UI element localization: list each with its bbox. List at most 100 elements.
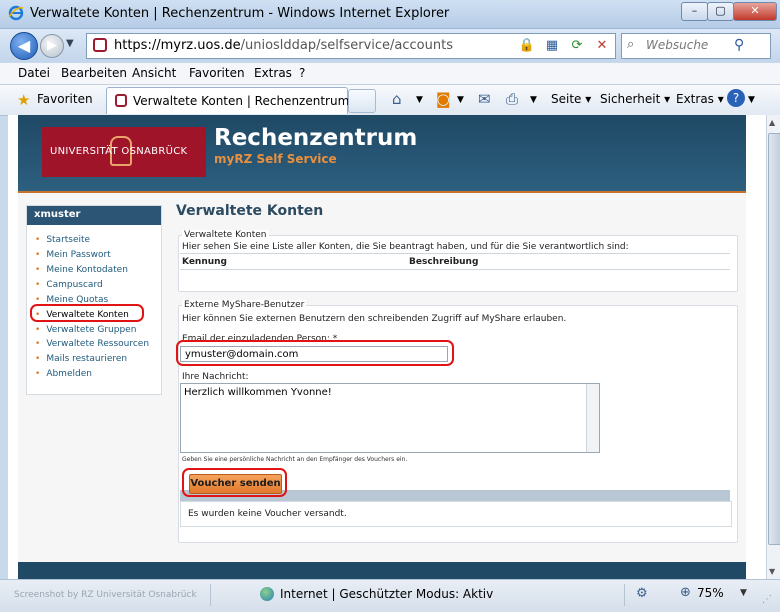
menu-bearbeiten[interactable]: Bearbeiten	[61, 66, 127, 80]
zoom-level[interactable]: 75%	[697, 586, 724, 600]
popup-blocker-icon[interactable]: ⚙	[636, 586, 648, 601]
page-title: Verwaltete Konten	[176, 203, 324, 219]
message-label: Ihre Nachricht:	[182, 372, 249, 382]
url-path: /unioslddap/selfservice/accounts	[240, 38, 453, 53]
page-scrollbar[interactable]: ▲ ▼	[766, 115, 780, 579]
help-dropdown-icon[interactable]: ▼	[748, 95, 755, 105]
minimize-button[interactable]: –	[681, 2, 708, 21]
highlight-verwaltete-konten	[30, 304, 144, 322]
internet-zone-icon	[260, 587, 274, 601]
sidebar-item-startseite[interactable]: Startseite	[35, 235, 90, 245]
site-container: UNIVERSITÄT OSNABRÜCK Rechenzentrum myRZ…	[18, 115, 746, 579]
page-viewport: UNIVERSITÄT OSNABRÜCK Rechenzentrum myRZ…	[8, 115, 766, 579]
university-logo[interactable]: UNIVERSITÄT OSNABRÜCK	[42, 127, 206, 177]
column-header-beschreibung: Beschreibung	[409, 257, 479, 267]
lock-icon[interactable]: 🔒	[517, 36, 537, 56]
tools-menu[interactable]: Extras ▾	[676, 92, 724, 106]
page-menu[interactable]: Seite ▾	[551, 92, 591, 106]
maximize-button[interactable]: ▢	[707, 2, 734, 21]
sidebar: xmuster Startseite Mein Passwort Meine K…	[26, 205, 162, 395]
sidebar-header: xmuster	[27, 206, 161, 225]
favorites-star-icon[interactable]: ★	[17, 91, 30, 109]
divider	[180, 269, 730, 270]
menu-help[interactable]: ?	[299, 66, 305, 80]
zoom-icon[interactable]: ⊕	[680, 585, 691, 600]
managed-accounts-legend: Verwaltete Konten	[182, 230, 269, 240]
recent-pages-dropdown-icon[interactable]: ▼	[66, 38, 74, 49]
resize-grip-icon[interactable]: ⋰	[762, 594, 772, 605]
sidebar-item-meine-kontodaten[interactable]: Meine Kontodaten	[35, 265, 128, 275]
menu-ansicht[interactable]: Ansicht	[132, 66, 176, 80]
sidebar-item-abmelden[interactable]: Abmelden	[35, 369, 92, 379]
address-url[interactable]: https://myrz.uos.de/unioslddap/selfservi…	[114, 38, 453, 53]
tools-menu-label: Extras	[676, 92, 714, 106]
favorites-button[interactable]: Favoriten	[37, 92, 93, 106]
url-host: https://myrz.uos.de	[114, 38, 241, 53]
new-tab-button[interactable]	[348, 89, 376, 113]
home-icon[interactable]: ⌂	[392, 90, 402, 108]
favorites-bar: ★ Favoriten Verwaltete Konten | Rechenze…	[0, 85, 780, 116]
compatibility-view-icon[interactable]: ▦	[542, 36, 562, 56]
screenshot-credit: Screenshot by RZ Universität Osnabrück	[14, 590, 197, 600]
navigation-bar: ◀ ▶ ▼ https://myrz.uos.de/unioslddap/sel…	[0, 29, 780, 62]
tab-label: Verwaltete Konten | Rechenzentrum	[133, 94, 350, 108]
highlight-email-field	[176, 340, 454, 366]
scroll-up-arrow-icon[interactable]: ▲	[769, 118, 775, 127]
close-button[interactable]: ✕	[733, 2, 777, 21]
scrollbar-thumb[interactable]	[768, 133, 780, 545]
sidebar-item-verwaltete-gruppen[interactable]: Verwaltete Gruppen	[35, 325, 136, 335]
window-titlebar: Verwaltete Konten | Rechenzentrum - Wind…	[0, 0, 780, 29]
textarea-scrollbar[interactable]	[586, 384, 599, 452]
tab-verwaltete-konten[interactable]: Verwaltete Konten | Rechenzentrum	[106, 87, 350, 114]
scroll-down-arrow-icon[interactable]: ▼	[769, 567, 775, 576]
column-header-kennung: Kennung	[182, 257, 227, 267]
back-button[interactable]: ◀	[10, 32, 38, 60]
menu-datei[interactable]: Datei	[18, 66, 50, 80]
security-menu[interactable]: Sicherheit ▾	[600, 92, 670, 106]
site-title: Rechenzentrum	[214, 125, 418, 151]
message-hint: Geben Sie eine persönliche Nachricht an …	[182, 456, 408, 463]
feed-dropdown-icon[interactable]: ▼	[457, 95, 464, 105]
voucher-result-box: Es wurden keine Voucher versandt.	[180, 501, 732, 527]
rss-feed-icon[interactable]: ◙	[436, 90, 451, 108]
print-icon[interactable]: ⎙	[506, 90, 518, 108]
mail-icon[interactable]: ✉	[478, 90, 491, 108]
stop-icon[interactable]: ✕	[592, 36, 612, 56]
external-users-description: Hier können Sie externen Benutzern den s…	[182, 314, 567, 324]
window-title: Verwaltete Konten | Rechenzentrum - Wind…	[30, 6, 450, 21]
site-header: UNIVERSITÄT OSNABRÜCK Rechenzentrum myRZ…	[18, 115, 746, 193]
sidebar-item-mails-restaurieren[interactable]: Mails restaurieren	[35, 354, 127, 364]
address-bar[interactable]: https://myrz.uos.de/unioslddap/selfservi…	[86, 33, 616, 59]
help-icon[interactable]: ?	[727, 89, 745, 107]
zoom-dropdown-icon[interactable]: ▼	[740, 588, 747, 598]
security-zone-text[interactable]: Internet | Geschützter Modus: Aktiv	[280, 587, 493, 601]
home-dropdown-icon[interactable]: ▼	[416, 95, 423, 105]
print-dropdown-icon[interactable]: ▼	[530, 95, 537, 105]
internet-explorer-icon	[8, 5, 24, 21]
highlight-send-button	[182, 468, 287, 497]
sidebar-username: xmuster	[34, 209, 81, 220]
external-users-legend: Externe MyShare-Benutzer	[182, 300, 307, 310]
menu-favoriten[interactable]: Favoriten	[189, 66, 245, 80]
forward-button[interactable]: ▶	[40, 34, 64, 58]
sidebar-item-campuscard[interactable]: Campuscard	[35, 280, 102, 290]
status-separator	[624, 584, 625, 606]
search-box[interactable]: ⌕ Websuche ⚲	[621, 33, 771, 59]
refresh-icon[interactable]: ⟳	[567, 36, 587, 56]
message-textarea[interactable]: Herzlich willkommen Yvonne!	[180, 383, 600, 453]
managed-accounts-description: Hier sehen Sie eine Liste aller Konten, …	[182, 242, 629, 252]
security-menu-label: Sicherheit	[600, 92, 661, 106]
search-provider-icon: ⌕	[627, 37, 635, 52]
search-icon[interactable]: ⚲	[734, 37, 744, 53]
site-subtitle: myRZ Self Service	[214, 152, 337, 166]
page-menu-label: Seite	[551, 92, 582, 106]
sidebar-item-verwaltete-ressourcen[interactable]: Verwaltete Ressourcen	[35, 339, 149, 349]
voucher-result-text: Es wurden keine Voucher versandt.	[188, 509, 347, 519]
site-favicon-icon	[93, 38, 107, 52]
status-bar: Screenshot by RZ Universität Osnabrück I…	[0, 579, 780, 612]
sidebar-item-mein-passwort[interactable]: Mein Passwort	[35, 250, 110, 260]
logo-text: UNIVERSITÄT OSNABRÜCK	[50, 146, 188, 157]
divider	[180, 253, 730, 254]
menu-bar: Datei Bearbeiten Ansicht Favoriten Extra…	[0, 63, 780, 85]
menu-extras[interactable]: Extras	[254, 66, 292, 80]
